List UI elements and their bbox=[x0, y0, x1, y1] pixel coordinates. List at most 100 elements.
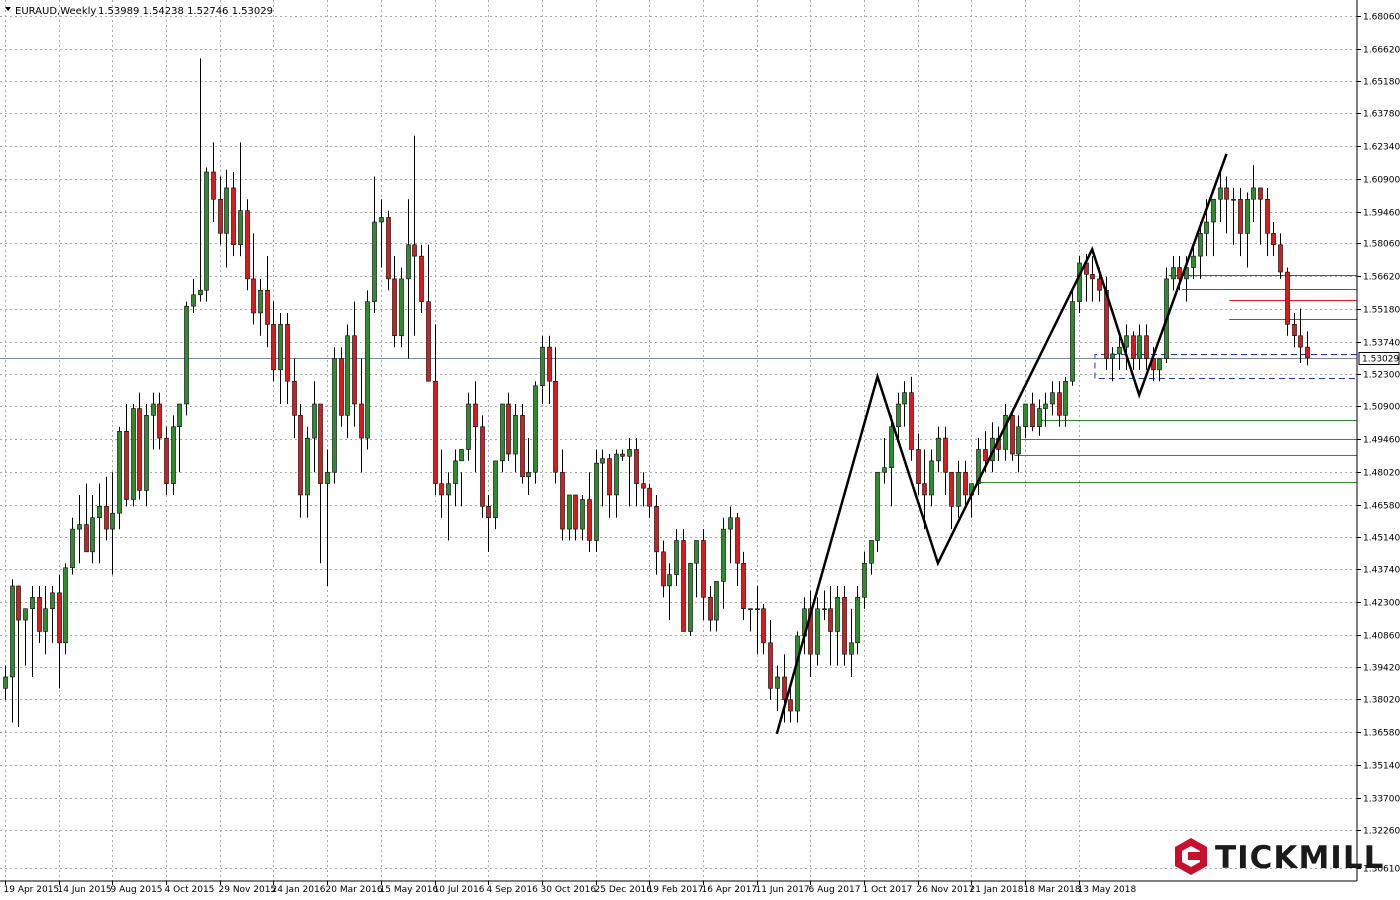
candle bbox=[1077, 256, 1082, 314]
y-tick-label: 1.32260 bbox=[1363, 827, 1400, 837]
candle-body-bull bbox=[748, 608, 753, 611]
candle-body-bull bbox=[30, 597, 35, 610]
candle bbox=[473, 381, 478, 473]
candle-body-bull bbox=[305, 437, 310, 496]
candle bbox=[929, 449, 934, 507]
brand-name: TICKMILL bbox=[1215, 840, 1384, 876]
x-tick-label: 13 May 2018 bbox=[1078, 885, 1137, 895]
candle-body-bear bbox=[339, 358, 344, 416]
candle-body-bull bbox=[667, 574, 672, 587]
candle bbox=[57, 574, 62, 689]
candle-body-bear bbox=[1144, 335, 1149, 359]
candle-body-bear bbox=[681, 540, 686, 632]
candle bbox=[708, 585, 713, 632]
candle bbox=[1016, 415, 1021, 473]
candle-body-bear bbox=[412, 244, 417, 257]
candle-body-bear bbox=[352, 335, 357, 405]
x-tick-label: 4 Oct 2015 bbox=[165, 885, 215, 895]
candle-body-bear bbox=[1010, 415, 1015, 455]
candle bbox=[896, 392, 901, 439]
candle bbox=[520, 403, 525, 484]
candle-body-bull bbox=[191, 294, 196, 307]
candle bbox=[976, 438, 981, 495]
candle bbox=[70, 517, 75, 575]
candle bbox=[1258, 187, 1263, 245]
candle bbox=[714, 581, 719, 632]
y-tick-label: 1.60900 bbox=[1363, 176, 1400, 186]
candle-body-bear bbox=[983, 449, 988, 462]
candle bbox=[171, 415, 176, 495]
candle-body-bear bbox=[506, 403, 511, 455]
candle bbox=[828, 585, 833, 666]
candle-body-bull bbox=[835, 597, 840, 632]
x-tick-label: 9 Aug 2015 bbox=[111, 885, 163, 895]
candle bbox=[547, 335, 552, 404]
candle bbox=[332, 347, 337, 484]
candle-body-bull bbox=[1124, 335, 1129, 348]
candle bbox=[453, 449, 458, 507]
candle-body-bull bbox=[70, 528, 75, 569]
candle-body-bull bbox=[533, 385, 538, 473]
candle bbox=[446, 472, 451, 541]
candle bbox=[23, 608, 28, 666]
candle-body-bull bbox=[1191, 255, 1196, 268]
x-tick-label: 30 Oct 2016 bbox=[541, 885, 597, 895]
candle bbox=[278, 313, 283, 404]
y-tick-label: 1.68060 bbox=[1363, 13, 1400, 23]
candle bbox=[1030, 392, 1035, 432]
candle-body-bear bbox=[16, 585, 21, 621]
x-tick-label: 15 May 2016 bbox=[380, 885, 439, 895]
candle-body-bear bbox=[426, 301, 431, 382]
candle bbox=[681, 529, 686, 632]
candle bbox=[580, 494, 585, 541]
candle-body-bull bbox=[721, 528, 726, 582]
candle-body-bear bbox=[1278, 244, 1283, 273]
candle bbox=[748, 608, 753, 632]
candle-body-bear bbox=[553, 380, 558, 473]
candle-body-bear bbox=[916, 449, 921, 484]
candle bbox=[862, 551, 867, 609]
candle bbox=[1023, 403, 1028, 439]
x-tick-label: 14 Jun 2015 bbox=[58, 885, 112, 895]
candle-body-bull bbox=[714, 581, 719, 621]
candle-body-bull bbox=[459, 449, 464, 462]
candle-body-bull bbox=[815, 608, 820, 655]
candle-body-bull bbox=[1171, 267, 1176, 280]
candle-body-bear bbox=[782, 676, 787, 701]
y-tick-label: 1.36580 bbox=[1363, 729, 1400, 739]
candle-body-bear bbox=[359, 403, 364, 439]
y-tick-label: 1.58060 bbox=[1363, 240, 1400, 250]
candle bbox=[486, 494, 491, 552]
candle bbox=[701, 529, 706, 621]
candle-body-bear bbox=[292, 380, 297, 416]
y-tick-label: 1.65180 bbox=[1363, 78, 1400, 88]
candle bbox=[97, 483, 102, 564]
candle-body-bull bbox=[1245, 198, 1250, 234]
candle-body-bull bbox=[1137, 335, 1142, 359]
y-tick-label: 1.33700 bbox=[1363, 795, 1400, 805]
candle bbox=[1271, 222, 1276, 257]
candle bbox=[775, 665, 780, 712]
candle bbox=[1050, 381, 1055, 416]
candle bbox=[191, 278, 196, 314]
candle bbox=[1131, 331, 1136, 370]
x-tick-label: 24 Jan 2016 bbox=[272, 885, 326, 895]
chart-canvas[interactable]: 1.306101.322601.337001.351401.365801.380… bbox=[0, 0, 1400, 900]
candle-body-bull bbox=[198, 289, 203, 296]
candle-body-bull bbox=[453, 460, 458, 484]
candle bbox=[177, 403, 182, 473]
candle-body-bear bbox=[218, 198, 223, 234]
candle bbox=[916, 433, 921, 495]
candle-body-bull bbox=[902, 392, 907, 405]
candle-body-bull bbox=[446, 483, 451, 496]
candle bbox=[1285, 267, 1290, 336]
candle bbox=[822, 590, 827, 621]
candle-body-bull bbox=[855, 597, 860, 644]
candle-body-bull bbox=[1070, 301, 1075, 382]
candle bbox=[1043, 392, 1048, 427]
candle bbox=[667, 563, 672, 621]
candle-body-bull bbox=[1204, 221, 1209, 234]
candle-body-bear bbox=[828, 608, 833, 632]
candle-body-bull bbox=[1211, 198, 1216, 223]
candle-body-bull bbox=[849, 642, 854, 655]
